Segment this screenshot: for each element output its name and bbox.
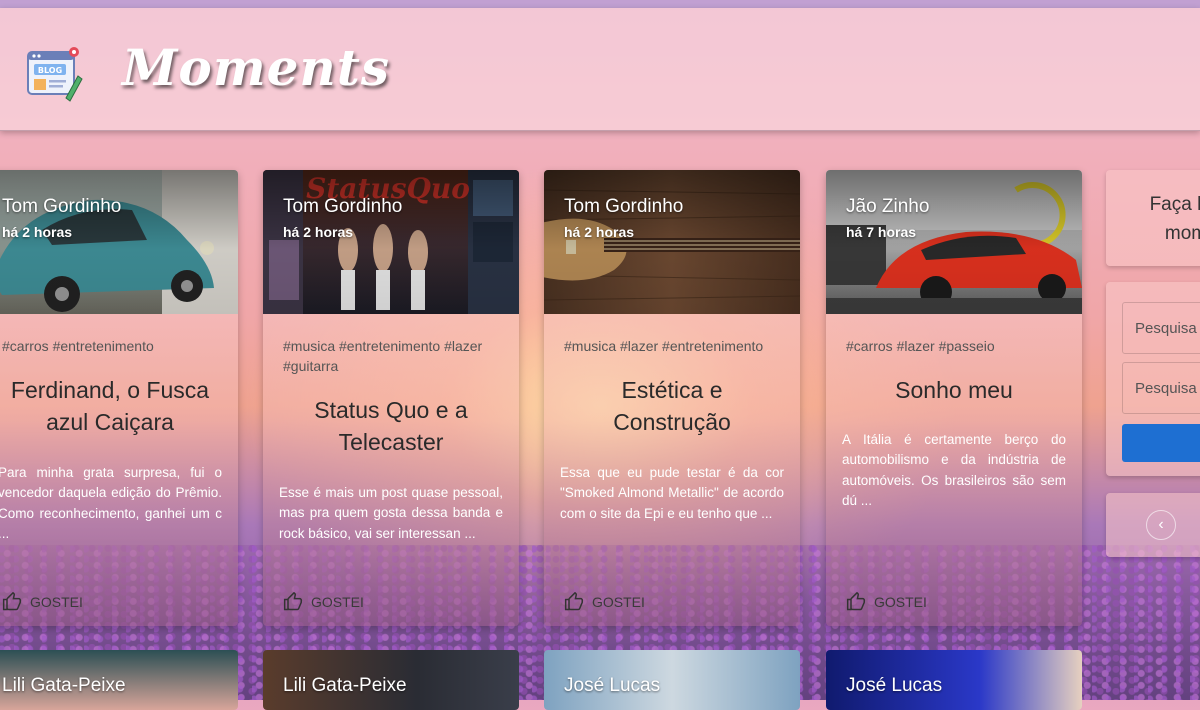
post-author[interactable]: Jão Zinho bbox=[846, 196, 929, 218]
like-label: GOSTEI bbox=[874, 594, 927, 610]
like-button[interactable]: GOSTEI bbox=[283, 592, 364, 612]
post-tags[interactable]: #carros #entretenimento bbox=[2, 336, 222, 356]
post-card[interactable]: Tom Gordinho há 2 horas #musica #lazer #… bbox=[544, 170, 800, 626]
post-card[interactable]: José Lucas bbox=[544, 650, 800, 710]
post-image[interactable]: StatusQuo bbox=[263, 170, 519, 314]
like-button[interactable]: GOSTEI bbox=[846, 592, 927, 612]
post-author[interactable]: José Lucas bbox=[564, 675, 660, 697]
login-prompt-line-1: Faça log bbox=[1149, 194, 1200, 215]
blog-logo-text: BLOG bbox=[38, 66, 62, 75]
post-tags[interactable]: #musica #lazer #entretenimento bbox=[564, 336, 784, 356]
thumbs-up-icon bbox=[564, 592, 584, 611]
login-prompt-box: Faça log mom bbox=[1106, 170, 1200, 266]
blog-logo-icon[interactable]: BLOG bbox=[26, 46, 84, 104]
post-image[interactable] bbox=[544, 170, 800, 314]
post-card[interactable]: Jão Zinho há 7 horas #carros #lazer #pas… bbox=[826, 170, 1082, 626]
post-time: há 7 horas bbox=[846, 224, 917, 240]
like-button[interactable]: GOSTEI bbox=[2, 592, 83, 612]
like-label: GOSTEI bbox=[311, 594, 364, 610]
like-label: GOSTEI bbox=[592, 594, 645, 610]
search-box bbox=[1106, 282, 1200, 476]
post-time: há 2 horas bbox=[564, 224, 635, 240]
post-card[interactable]: StatusQuo Tom Gordinho há 2 horas #music… bbox=[263, 170, 519, 626]
login-prompt-line-2: mom bbox=[1164, 223, 1200, 244]
post-time: há 2 horas bbox=[283, 224, 354, 240]
post-excerpt: A Itália é certamente berço do automobil… bbox=[842, 432, 1066, 508]
post-card[interactable]: José Lucas bbox=[826, 650, 1082, 710]
post-title[interactable]: Status Quo e a Telecaster bbox=[297, 394, 485, 458]
post-excerpt: Essa que eu pude testar é da cor "Smoked… bbox=[560, 465, 784, 521]
post-tags[interactable]: #musica #entretenimento #lazer #guitarra bbox=[283, 336, 503, 376]
post-image[interactable] bbox=[826, 170, 1082, 314]
like-button[interactable]: GOSTEI bbox=[564, 592, 645, 612]
search-input[interactable] bbox=[1122, 302, 1200, 354]
post-author[interactable]: Tom Gordinho bbox=[2, 196, 121, 218]
post-excerpt: Para minha grata surpresa, fui o vencedo… bbox=[0, 465, 222, 541]
post-author[interactable]: Lili Gata-Peixe bbox=[283, 675, 407, 697]
top-strip bbox=[0, 0, 1200, 8]
post-card[interactable]: Tom Gordinho há 2 horas #carros #entrete… bbox=[0, 170, 238, 626]
search-input[interactable] bbox=[1122, 362, 1200, 414]
post-author[interactable]: José Lucas bbox=[846, 675, 942, 697]
prev-page-button[interactable]: ‹ bbox=[1146, 510, 1176, 540]
post-title[interactable]: Ferdinand, o Fusca azul Caiçara bbox=[0, 374, 222, 438]
post-card[interactable]: Lili Gata-Peixe bbox=[263, 650, 519, 710]
search-button[interactable] bbox=[1122, 424, 1200, 462]
post-author[interactable]: Lili Gata-Peixe bbox=[2, 675, 126, 697]
post-excerpt: Esse é mais um post quase pessoal, mas p… bbox=[279, 485, 503, 541]
thumbs-up-icon bbox=[846, 592, 866, 611]
like-label: GOSTEI bbox=[30, 594, 83, 610]
post-time: há 2 horas bbox=[2, 224, 73, 240]
post-author[interactable]: Tom Gordinho bbox=[283, 196, 402, 218]
post-tags[interactable]: #carros #lazer #passeio bbox=[846, 336, 1066, 356]
site-header: BLOG Moments bbox=[0, 8, 1200, 131]
thumbs-up-icon bbox=[283, 592, 303, 611]
post-title[interactable]: Sonho meu bbox=[842, 374, 1066, 406]
brand-title[interactable]: Moments bbox=[122, 38, 390, 97]
login-prompt-text[interactable]: Faça log mom bbox=[1126, 190, 1200, 248]
post-image[interactable] bbox=[0, 170, 238, 314]
post-card[interactable]: Lili Gata-Peixe bbox=[0, 650, 238, 710]
post-author[interactable]: Tom Gordinho bbox=[564, 196, 683, 218]
thumbs-up-icon bbox=[2, 592, 22, 611]
post-title[interactable]: Estética e Construção bbox=[584, 374, 760, 438]
